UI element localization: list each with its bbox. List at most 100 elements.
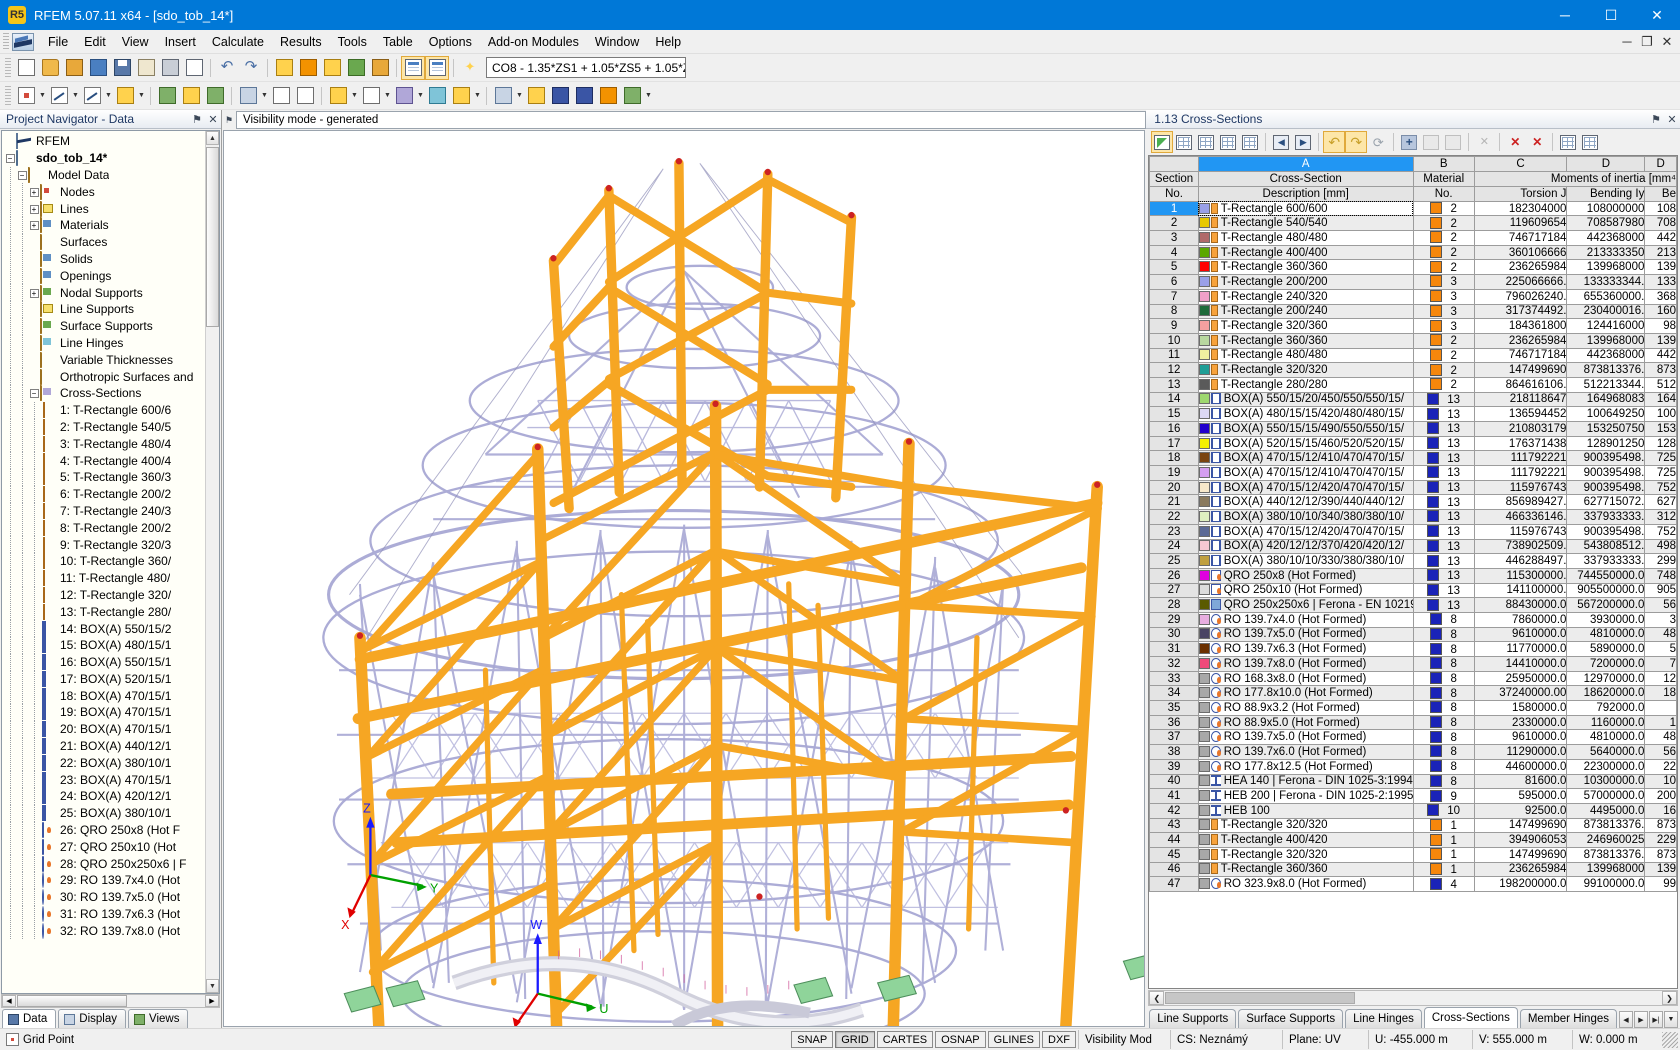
table-row[interactable]: 38RO 139.7x6.0 (Hot Formed)811290000.056… (1150, 745, 1677, 760)
cell-bending-iy[interactable]: 567200000.0 (1567, 598, 1645, 613)
cell-bending-iy[interactable]: 139968000 (1567, 260, 1645, 275)
row-section-number[interactable]: 2 (1150, 216, 1198, 231)
table-row[interactable]: 39RO 177.8x12.5 (Hot Formed)844600000.02… (1150, 759, 1677, 774)
cell-cross-section-description[interactable]: RO 177.8x10.0 (Hot Formed) (1198, 686, 1413, 701)
cell-material-number[interactable]: 10 (1413, 803, 1474, 818)
tree-item-cross-section[interactable]: 30: RO 139.7x5.0 (Hot (2, 889, 205, 906)
cell-bending-iy[interactable]: 213333350 (1567, 245, 1645, 260)
table-tab-surface-supports[interactable]: Surface Supports (1238, 1009, 1343, 1028)
cell-torsion-j[interactable]: 9610000.0 (1474, 627, 1567, 642)
cell-torsion-j[interactable]: 182304000 (1474, 201, 1567, 216)
row-section-number[interactable]: 19 (1150, 466, 1198, 481)
row-section-number[interactable]: 45 (1150, 847, 1198, 862)
row-section-number[interactable]: 16 (1150, 422, 1198, 437)
show-tables-button[interactable] (425, 56, 449, 80)
undo-table-button[interactable] (1323, 131, 1345, 153)
tree-item-cross-section[interactable]: 5: T-Rectangle 360/3 (2, 469, 205, 486)
navigator-horizontal-scrollbar[interactable]: ◀ ▶ (1, 994, 220, 1008)
tree-item-cross-section[interactable]: 29: RO 139.7x4.0 (Hot (2, 872, 205, 889)
table-horizontal-scrollbar[interactable]: ❮ ❯ (1148, 990, 1678, 1006)
chevron-down-icon[interactable]: ▼ (137, 84, 146, 108)
cell-bending-iz[interactable]: 10 (1645, 774, 1677, 789)
cell-torsion-j[interactable]: 14410000.0 (1474, 657, 1567, 672)
cell-bending-iy[interactable]: 3930000.0 (1567, 612, 1645, 627)
tree-item-cross-section[interactable]: 25: BOX(A) 380/10/1 (2, 805, 205, 822)
cell-cross-section-description[interactable]: BOX(A) 550/15/15/490/550/550/15/ (1198, 422, 1413, 437)
cell-torsion-j[interactable]: 595000.0 (1474, 789, 1567, 804)
row-section-number[interactable]: 37 (1150, 730, 1198, 745)
cell-torsion-j[interactable]: 81600.0 (1474, 774, 1567, 789)
cell-material-number[interactable]: 8 (1413, 715, 1474, 730)
cell-cross-section-description[interactable]: T-Rectangle 360/360 (1198, 333, 1413, 348)
cell-bending-iy[interactable]: 900395498. (1567, 451, 1645, 466)
cell-bending-iz[interactable] (1645, 701, 1677, 716)
redo-button[interactable]: ↷ (239, 56, 263, 80)
cell-bending-iy[interactable]: 627715072. (1567, 495, 1645, 510)
cell-cross-section-description[interactable]: T-Rectangle 360/360 (1198, 260, 1413, 275)
cell-cross-section-description[interactable]: BOX(A) 480/15/15/420/480/480/15/ (1198, 407, 1413, 422)
close-button[interactable]: ✕ (1634, 0, 1680, 30)
table-row[interactable]: 34RO 177.8x10.0 (Hot Formed)837240000.00… (1150, 686, 1677, 701)
cell-torsion-j[interactable]: 11770000.0 (1474, 642, 1567, 657)
cell-bending-iz[interactable]: 725 (1645, 466, 1677, 481)
tree-item-solids[interactable]: Solids (2, 251, 205, 268)
cell-cross-section-description[interactable]: BOX(A) 550/15/20/450/550/550/15/ (1198, 392, 1413, 407)
menu-item-edit[interactable]: Edit (76, 32, 114, 52)
cell-material-number[interactable]: 8 (1413, 627, 1474, 642)
cell-bending-iz[interactable]: 442 (1645, 348, 1677, 363)
cell-bending-iy[interactable]: 442368000 (1567, 348, 1645, 363)
chevron-down-icon[interactable]: ▼ (260, 84, 269, 108)
table-row[interactable]: 43T-Rectangle 320/3201147499690873813376… (1150, 818, 1677, 833)
cell-bending-iy[interactable]: 246960025 (1567, 833, 1645, 848)
cell-bending-iy[interactable]: 128901250 (1567, 436, 1645, 451)
render-mode-button[interactable] (272, 56, 296, 80)
table-tab-line-hinges[interactable]: Line Hinges (1345, 1009, 1422, 1028)
mdi-minimize-button[interactable]: ─ (1618, 34, 1636, 50)
refresh-table-button[interactable] (1367, 131, 1389, 153)
column-letter-d[interactable]: D (1567, 157, 1645, 172)
cell-material-number[interactable]: 8 (1413, 686, 1474, 701)
toolbar-grip-handle[interactable] (5, 58, 11, 78)
cell-material-number[interactable]: 2 (1413, 333, 1474, 348)
cell-bending-iy[interactable]: 124416000 (1567, 319, 1645, 334)
row-section-number[interactable]: 46 (1150, 862, 1198, 877)
chevron-down-icon[interactable]: ▼ (38, 84, 47, 108)
open-recent-button[interactable] (62, 56, 86, 80)
column-width-button[interactable] (1239, 131, 1261, 153)
delete-all-button[interactable] (1526, 131, 1548, 153)
cell-bending-iy[interactable]: 12970000.0 (1567, 671, 1645, 686)
table-body[interactable]: 1T-Rectangle 600/60021823040001080000001… (1150, 201, 1677, 891)
cell-cross-section-description[interactable]: BOX(A) 470/15/12/420/470/470/15/ (1198, 524, 1413, 539)
results-button[interactable] (596, 84, 620, 108)
table-tab-line-supports[interactable]: Line Supports (1149, 1009, 1236, 1028)
cell-bending-iy[interactable]: 99100000.0 (1567, 877, 1645, 892)
cell-material-number[interactable]: 13 (1413, 407, 1474, 422)
open-file-button[interactable] (38, 56, 62, 80)
table-row[interactable]: 2T-Rectangle 540/54021196096547085879807… (1150, 216, 1677, 231)
cell-bending-iz[interactable]: 873 (1645, 363, 1677, 378)
cell-torsion-j[interactable]: 796026240. (1474, 289, 1567, 304)
status-coordinate-system[interactable]: CS: Neznámý (1170, 1030, 1282, 1049)
copy-row-button[interactable] (1420, 131, 1442, 153)
solid-load-button[interactable] (425, 84, 449, 108)
cell-bending-iz[interactable]: 56 (1645, 598, 1677, 613)
cell-bending-iz[interactable]: 708 (1645, 216, 1677, 231)
table-row[interactable]: 1T-Rectangle 600/60021823040001080000001… (1150, 201, 1677, 216)
cell-torsion-j[interactable]: 746717184 (1474, 231, 1567, 246)
calculate-all-button[interactable] (572, 84, 596, 108)
cell-torsion-j[interactable]: 198200000.0 (1474, 877, 1567, 892)
cell-bending-iz[interactable]: 12 (1645, 671, 1677, 686)
table-row[interactable]: 9T-Rectangle 320/36031843618001244160009… (1150, 319, 1677, 334)
row-section-number[interactable]: 38 (1150, 745, 1198, 760)
cell-material-number[interactable]: 2 (1413, 201, 1474, 216)
row-section-number[interactable]: 22 (1150, 510, 1198, 525)
tree-item-surface-supports[interactable]: Surface Supports (2, 318, 205, 335)
cell-torsion-j[interactable]: 147499690 (1474, 818, 1567, 833)
row-section-number[interactable]: 33 (1150, 671, 1198, 686)
table-row[interactable]: 17BOX(A) 520/15/15/460/520/520/15/131763… (1150, 436, 1677, 451)
row-section-number[interactable]: 13 (1150, 377, 1198, 392)
tree-item-cross-section[interactable]: 8: T-Rectangle 200/2 (2, 519, 205, 536)
cell-cross-section-description[interactable]: BOX(A) 420/12/12/370/420/420/12/ (1198, 539, 1413, 554)
surface-support-button[interactable] (203, 84, 227, 108)
tree-item-nodes[interactable]: +Nodes (2, 183, 205, 200)
